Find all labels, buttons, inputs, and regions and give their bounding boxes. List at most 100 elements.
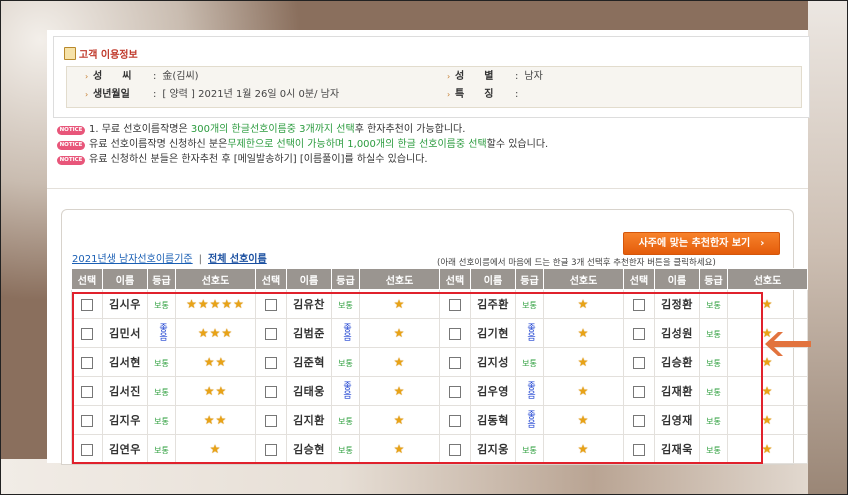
select-cell <box>623 376 655 406</box>
grade-label: 좋음 <box>341 322 351 341</box>
grade-label: 보통 <box>338 445 353 455</box>
arrow-left-icon <box>765 332 811 356</box>
star-icon: ★★ <box>203 355 228 369</box>
star-icon: ★★ <box>203 384 228 398</box>
link-2021-male-names[interactable]: 2021년생 남자선호이름기준 <box>72 254 193 265</box>
preference-cell: ★ <box>359 318 440 348</box>
select-checkbox[interactable] <box>633 298 645 311</box>
select-checkbox[interactable] <box>81 356 93 369</box>
select-cell <box>255 434 287 464</box>
column-header: 선호도 <box>543 268 624 290</box>
name-cell: 김시우 <box>102 289 148 319</box>
star-icon: ★ <box>577 297 590 311</box>
link-all-names[interactable]: 전체 선호이름 <box>208 254 267 265</box>
bullet-icon: › <box>85 72 89 81</box>
select-cell <box>623 347 655 377</box>
clipboard-icon <box>64 47 76 60</box>
select-checkbox[interactable] <box>633 327 645 340</box>
name-list-box: 사주에 맞는 추천한자 보기 › 2021년생 남자선호이름기준 | 전체 선호이름 … <box>61 209 808 465</box>
select-cell <box>439 347 471 377</box>
select-checkbox[interactable] <box>633 356 645 369</box>
select-checkbox[interactable] <box>633 385 645 398</box>
chevron-right-icon: › <box>760 238 765 249</box>
star-icon: ★ <box>761 384 774 398</box>
notice-badge: NOTICE <box>57 141 85 150</box>
notice-badge: NOTICE <box>57 156 85 165</box>
select-checkbox[interactable] <box>81 414 93 427</box>
grade-cell: 보통 <box>147 405 176 435</box>
name-cell: 김지우 <box>102 405 148 435</box>
star-icon: ★★★★★ <box>186 297 245 311</box>
select-cell <box>71 347 103 377</box>
grade-label: 보통 <box>522 300 537 310</box>
name-cell: 김유찬 <box>286 289 332 319</box>
grade-label: 보통 <box>154 445 169 455</box>
grade-cell: 좋음 <box>515 376 544 406</box>
star-icon: ★ <box>761 355 774 369</box>
preference-cell: ★★★★★ <box>175 289 256 319</box>
name-cell: 김정환 <box>654 289 700 319</box>
name-cell: 김민서 <box>102 318 148 348</box>
column-header: 등급 <box>515 268 544 290</box>
column-header: 선호도 <box>359 268 440 290</box>
select-checkbox[interactable] <box>81 298 93 311</box>
column-header: 이름 <box>102 268 148 290</box>
grade-cell: 보통 <box>699 318 728 348</box>
grade-label: 좋음 <box>341 380 351 399</box>
select-checkbox[interactable] <box>449 298 461 311</box>
grade-cell: 좋음 <box>515 318 544 348</box>
grade-cell: 보통 <box>331 347 360 377</box>
select-checkbox[interactable] <box>81 443 93 456</box>
star-icon: ★★ <box>203 413 228 427</box>
select-checkbox[interactable] <box>265 356 277 369</box>
divider <box>47 188 808 189</box>
table-row: 김민서 좋음 ★★★ 김범준 좋음 ★ 김기현 좋음 ★ 김성원 보통 ★ <box>71 318 808 348</box>
preference-cell: ★★ <box>175 347 256 377</box>
select-checkbox[interactable] <box>81 327 93 340</box>
name-cell: 김서현 <box>102 347 148 377</box>
info-row-feature: › 특 징: <box>429 86 524 104</box>
select-checkbox[interactable] <box>449 385 461 398</box>
grade-label: 보통 <box>154 300 169 310</box>
select-checkbox[interactable] <box>265 443 277 456</box>
column-header: 선호도 <box>175 268 256 290</box>
select-checkbox[interactable] <box>633 414 645 427</box>
grade-cell: 좋음 <box>331 318 360 348</box>
select-cell <box>623 405 655 435</box>
grade-label: 보통 <box>522 445 537 455</box>
select-checkbox[interactable] <box>265 327 277 340</box>
star-icon: ★★★ <box>197 326 234 340</box>
bullet-icon: › <box>447 90 451 99</box>
name-cell: 김승현 <box>286 434 332 464</box>
select-checkbox[interactable] <box>265 298 277 311</box>
select-checkbox[interactable] <box>449 356 461 369</box>
star-icon: ★ <box>393 326 406 340</box>
customer-info-title: 고객 이용정보 <box>64 46 138 61</box>
recommend-hanja-button[interactable]: 사주에 맞는 추천한자 보기 › <box>623 232 780 255</box>
notice-1: NOTICE 1. 무료 선호이름작명은 300개의 한글선호이름중 3개까지 선… <box>57 122 797 137</box>
select-checkbox[interactable] <box>449 327 461 340</box>
grade-cell: 좋음 <box>515 405 544 435</box>
select-checkbox[interactable] <box>633 443 645 456</box>
column-header: 이름 <box>286 268 332 290</box>
grade-cell: 보통 <box>699 376 728 406</box>
select-cell <box>623 289 655 319</box>
select-checkbox[interactable] <box>449 414 461 427</box>
select-checkbox[interactable] <box>81 385 93 398</box>
name-cell: 김재환 <box>654 376 700 406</box>
list-filter-links: 2021년생 남자선호이름기준 | 전체 선호이름 <box>72 254 267 265</box>
preference-cell: ★★ <box>175 376 256 406</box>
grade-label: 좋음 <box>525 322 535 341</box>
table-row: 김지우 보통 ★★ 김지환 보통 ★ 김동혁 좋음 ★ 김영재 보통 ★ <box>71 405 808 435</box>
name-cell: 김범준 <box>286 318 332 348</box>
name-cell: 김재욱 <box>654 434 700 464</box>
select-cell <box>439 405 471 435</box>
select-checkbox[interactable] <box>265 385 277 398</box>
star-icon: ★ <box>393 355 406 369</box>
star-icon: ★ <box>577 413 590 427</box>
grade-label: 보통 <box>706 358 721 368</box>
select-checkbox[interactable] <box>449 443 461 456</box>
select-checkbox[interactable] <box>265 414 277 427</box>
select-cell <box>439 289 471 319</box>
table-row: 김서현 보통 ★★ 김준혁 보통 ★ 김지성 보통 ★ 김승환 보통 ★ <box>71 347 808 377</box>
